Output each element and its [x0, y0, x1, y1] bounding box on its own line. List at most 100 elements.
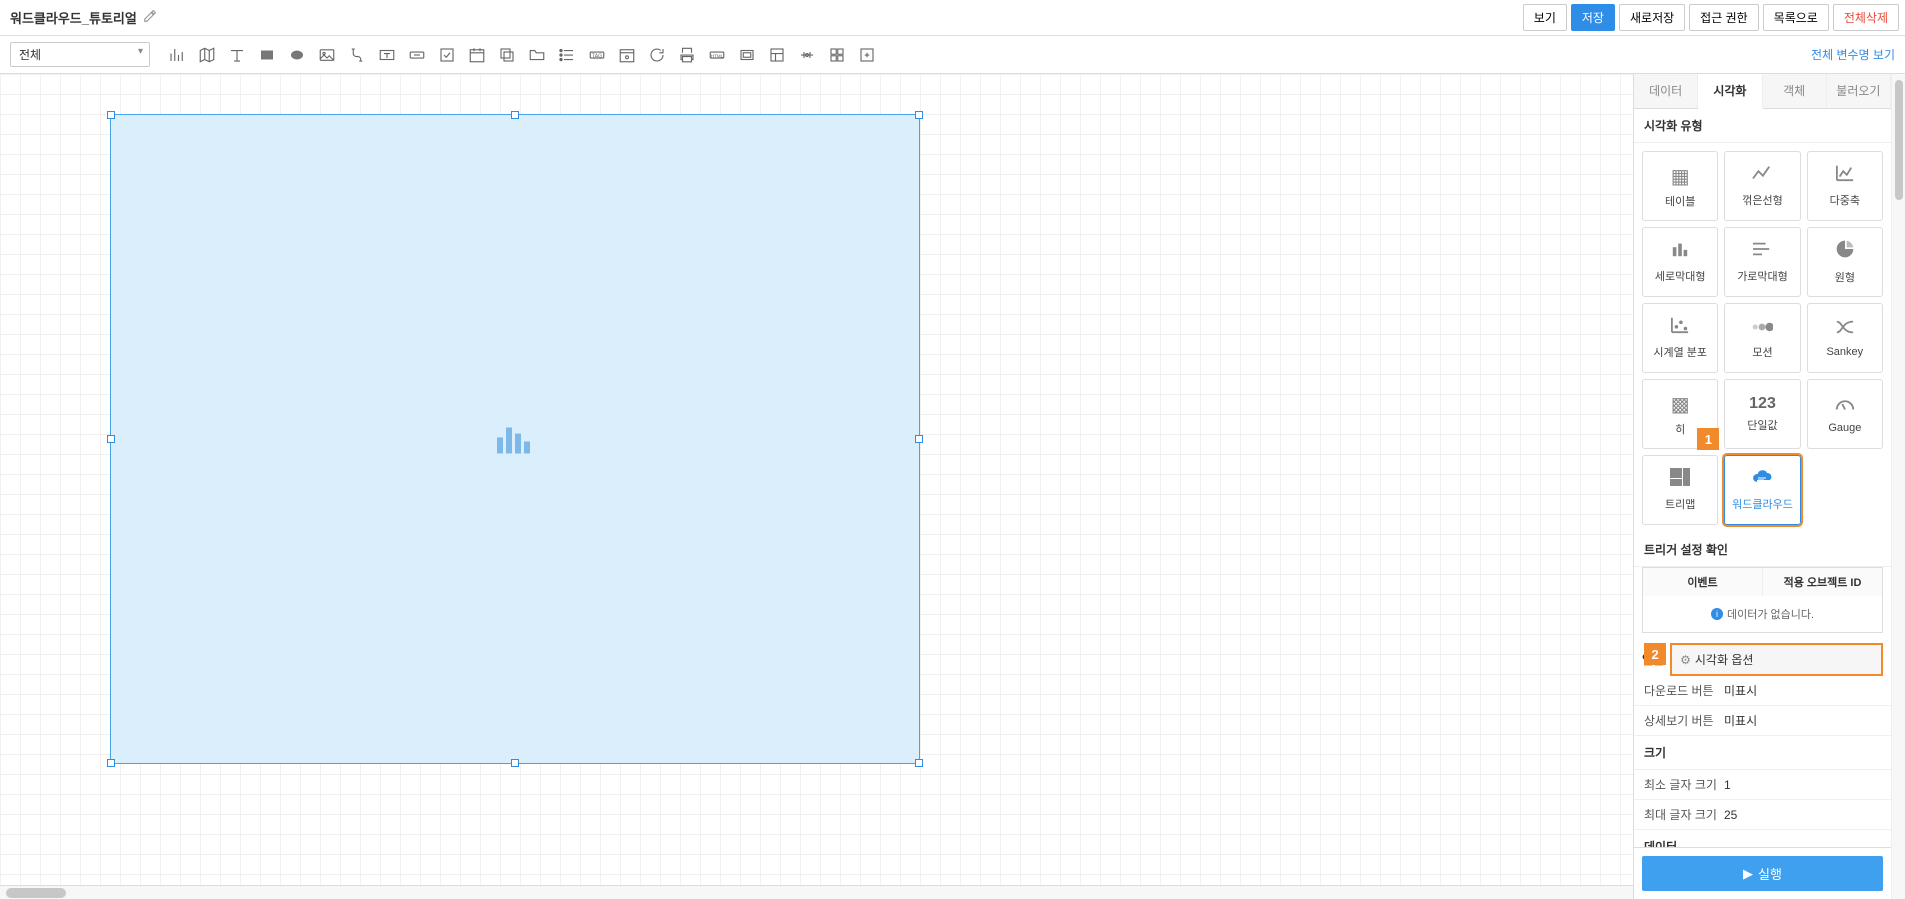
grid-icon[interactable] [824, 42, 850, 68]
resize-handle[interactable] [107, 435, 115, 443]
gauge-icon [1834, 395, 1856, 418]
text-icon[interactable] [224, 42, 250, 68]
svg-text:TAG: TAG [592, 53, 602, 59]
resize-handle[interactable] [107, 111, 115, 119]
ellipse-icon[interactable] [284, 42, 310, 68]
hbar-icon [1751, 240, 1773, 264]
play-icon: ▶ [1743, 866, 1753, 882]
vis-heatmap[interactable]: ▩히1 [1642, 379, 1718, 449]
folder-icon[interactable] [524, 42, 550, 68]
canvas-area[interactable] [0, 74, 1633, 885]
refresh-icon[interactable] [644, 42, 670, 68]
selected-chart-object[interactable] [110, 114, 920, 764]
run-button[interactable]: ▶ 실행 [1642, 856, 1883, 891]
size-max-row: 최대 글자 크기 25 [1634, 800, 1891, 830]
save-button[interactable]: 저장 [1571, 4, 1615, 31]
treemap-icon [1670, 468, 1690, 492]
image-icon[interactable] [314, 42, 340, 68]
slider-icon[interactable] [794, 42, 820, 68]
list-button[interactable]: 목록으로 [1763, 4, 1829, 31]
tab-object[interactable]: 객체 [1763, 74, 1827, 108]
connector-icon[interactable] [344, 42, 370, 68]
vis-option-header[interactable]: 2 ⚙ 시각화 옵션 [1670, 643, 1883, 676]
vis-wordcloud[interactable]: 워드클라우드 [1724, 455, 1800, 525]
vis-sankey[interactable]: Sankey [1807, 303, 1883, 373]
calendar-icon[interactable] [464, 42, 490, 68]
html-icon[interactable]: HTML [704, 42, 730, 68]
report-title: 워드클라우드_튜토리얼 [10, 8, 137, 27]
detail-value[interactable]: 미표시 [1724, 712, 1881, 729]
button-icon[interactable] [404, 42, 430, 68]
map-icon[interactable] [194, 42, 220, 68]
vis-single[interactable]: 123단일값 [1724, 379, 1800, 449]
resize-handle[interactable] [511, 111, 519, 119]
checkbox-icon[interactable] [434, 42, 460, 68]
delete-all-button[interactable]: 전체삭제 [1833, 4, 1899, 31]
number-icon: 123 [1749, 395, 1776, 413]
vis-line[interactable]: 꺾은선형 [1724, 151, 1800, 221]
horizontal-scrollbar[interactable] [0, 885, 1633, 899]
download-value[interactable]: 미표시 [1724, 682, 1881, 699]
line-chart-icon [1751, 164, 1773, 188]
tab-data[interactable]: 데이터 [1634, 74, 1698, 108]
vis-treemap[interactable]: 트리맵 [1642, 455, 1718, 525]
scope-select[interactable]: 전체 [10, 42, 150, 67]
resize-handle[interactable] [915, 111, 923, 119]
vis-table[interactable]: ▦테이블 [1642, 151, 1718, 221]
size-min-row: 최소 글자 크기 1 [1634, 770, 1891, 800]
wordcloud-icon [1750, 468, 1774, 492]
layout-icon[interactable] [764, 42, 790, 68]
toolbar: 전체 TAG HTML 전 [0, 36, 1905, 74]
tab-import[interactable]: 불러오기 [1827, 74, 1891, 108]
timeseries-icon [1669, 316, 1691, 340]
access-button[interactable]: 접근 권한 [1689, 4, 1759, 31]
list-icon[interactable] [554, 42, 580, 68]
resize-handle[interactable] [915, 759, 923, 767]
info-icon: i [1711, 608, 1723, 620]
trigger-col-target: 적용 오브젝트 ID [1763, 568, 1882, 596]
save-as-button[interactable]: 새로저장 [1619, 4, 1685, 31]
view-button[interactable]: 보기 [1523, 4, 1567, 31]
vis-multiaxis[interactable]: 다중축 [1807, 151, 1883, 221]
bar-chart-icon[interactable] [164, 42, 190, 68]
svg-text:HTML: HTML [711, 53, 724, 58]
vis-vbar[interactable]: 세로막대형 [1642, 227, 1718, 297]
vis-type-title: 시각화 유형 [1634, 109, 1891, 143]
max-font-input[interactable]: 25 [1724, 808, 1881, 822]
vis-motion[interactable]: 모션 [1724, 303, 1800, 373]
trigger-table: 이벤트 적용 오브젝트 ID i 데이터가 없습니다. [1642, 567, 1883, 633]
right-panel: 데이터 시각화 객체 불러오기 시각화 유형 ▦테이블 꺾은선형 다중축 세로막… [1633, 74, 1891, 899]
print-icon[interactable] [674, 42, 700, 68]
textbox-icon[interactable] [374, 42, 400, 68]
tag-icon[interactable]: TAG [584, 42, 610, 68]
resize-handle[interactable] [107, 759, 115, 767]
edit-title-icon[interactable] [143, 9, 157, 26]
overlap-icon[interactable] [494, 42, 520, 68]
annotation-badge-2: 2 [1644, 643, 1666, 665]
vertical-scrollbar[interactable] [1891, 74, 1905, 899]
rectangle-icon[interactable] [254, 42, 280, 68]
table-icon: ▦ [1671, 164, 1690, 189]
panel-tabs: 데이터 시각화 객체 불러오기 [1634, 74, 1891, 109]
vbar-icon [1669, 240, 1691, 264]
trigger-title: 트리거 설정 확인 [1634, 533, 1891, 567]
chart-placeholder-icon [495, 420, 535, 459]
add-panel-icon[interactable] [854, 42, 880, 68]
panel-icon[interactable] [734, 42, 760, 68]
tab-visual[interactable]: 시각화 [1698, 74, 1762, 109]
vis-gauge[interactable]: Gauge [1807, 379, 1883, 449]
size-title: 크기 [1634, 736, 1891, 770]
trigger-col-event: 이벤트 [1643, 568, 1763, 596]
pie-icon [1835, 239, 1855, 265]
vis-type-grid: ▦테이블 꺾은선형 다중축 세로막대형 가로막대형 원형 시계열 분포 모션 S… [1634, 143, 1891, 533]
general-download-row: 다운로드 버튼 미표시 [1634, 676, 1891, 706]
all-vars-link[interactable]: 전체 변수명 보기 [1811, 48, 1895, 62]
min-font-input[interactable]: 1 [1724, 778, 1881, 792]
vis-timeseries[interactable]: 시계열 분포 [1642, 303, 1718, 373]
multiaxis-icon [1834, 164, 1856, 188]
vis-pie[interactable]: 원형 [1807, 227, 1883, 297]
vis-hbar[interactable]: 가로막대형 [1724, 227, 1800, 297]
resize-handle[interactable] [511, 759, 519, 767]
resize-handle[interactable] [915, 435, 923, 443]
date-icon[interactable] [614, 42, 640, 68]
